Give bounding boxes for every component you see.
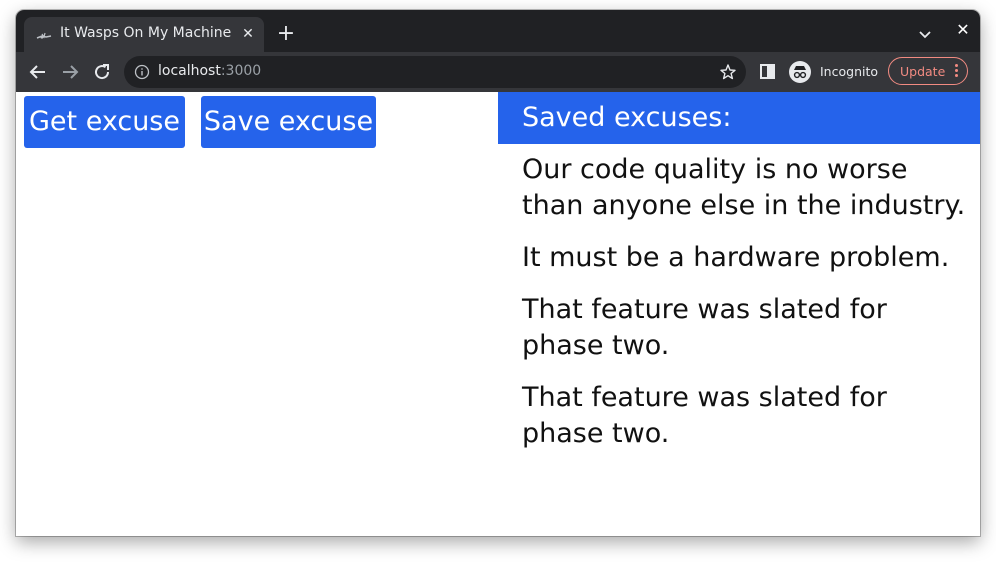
site-info-icon[interactable] xyxy=(134,64,150,80)
browser-toolbar: localhost:3000 Incognito Update xyxy=(16,52,980,92)
incognito-label: Incognito xyxy=(820,64,879,79)
incognito-indicator[interactable]: Incognito xyxy=(786,56,882,88)
page-content: Get excuse Save excuse Saved excuses: Ou… xyxy=(16,92,980,536)
window-close-icon[interactable]: ✕ xyxy=(953,20,973,40)
address-bar[interactable]: localhost:3000 xyxy=(124,56,746,88)
url-port: :3000 xyxy=(220,63,262,79)
get-excuse-button[interactable]: Get excuse xyxy=(24,96,185,148)
reload-icon[interactable] xyxy=(90,60,114,84)
update-label: Update xyxy=(900,64,946,79)
browser-window: It Wasps On My Machine ✕ + ✕ localhost:3… xyxy=(16,10,980,536)
save-excuse-button[interactable]: Save excuse xyxy=(201,96,376,148)
saved-excuses-header: Saved excuses: xyxy=(498,92,980,144)
url-host: localhost xyxy=(158,63,221,79)
saved-excuse-item: That feature was slated for phase two. xyxy=(522,382,887,449)
saved-excuse-item: That feature was slated for phase two. xyxy=(522,294,887,361)
tab-strip: It Wasps On My Machine ✕ + ✕ xyxy=(16,10,980,52)
tab-close-icon[interactable]: ✕ xyxy=(240,26,256,42)
incognito-avatar-icon xyxy=(789,61,811,83)
more-menu-icon[interactable] xyxy=(955,64,959,80)
saved-excuse-item: It must be a hardware problem. xyxy=(522,242,950,273)
new-tab-plus-icon[interactable]: + xyxy=(274,22,298,46)
tab-title: It Wasps On My Machine xyxy=(60,25,232,41)
back-arrow-icon[interactable] xyxy=(26,60,50,84)
bookmark-star-icon[interactable] xyxy=(718,62,738,82)
side-panel-icon[interactable] xyxy=(758,62,778,82)
update-button[interactable]: Update xyxy=(888,57,968,85)
saved-excuse-item: Our code quality is no worse than anyone… xyxy=(522,154,966,221)
tab-search-chevron-icon[interactable] xyxy=(915,24,935,44)
url-text: localhost:3000 xyxy=(158,63,261,79)
wasp-favicon-icon xyxy=(36,28,52,40)
forward-arrow-icon[interactable] xyxy=(58,60,82,84)
tab-active[interactable]: It Wasps On My Machine ✕ xyxy=(24,17,264,52)
saved-excuses-list: Our code quality is no worse than anyone… xyxy=(522,152,972,468)
